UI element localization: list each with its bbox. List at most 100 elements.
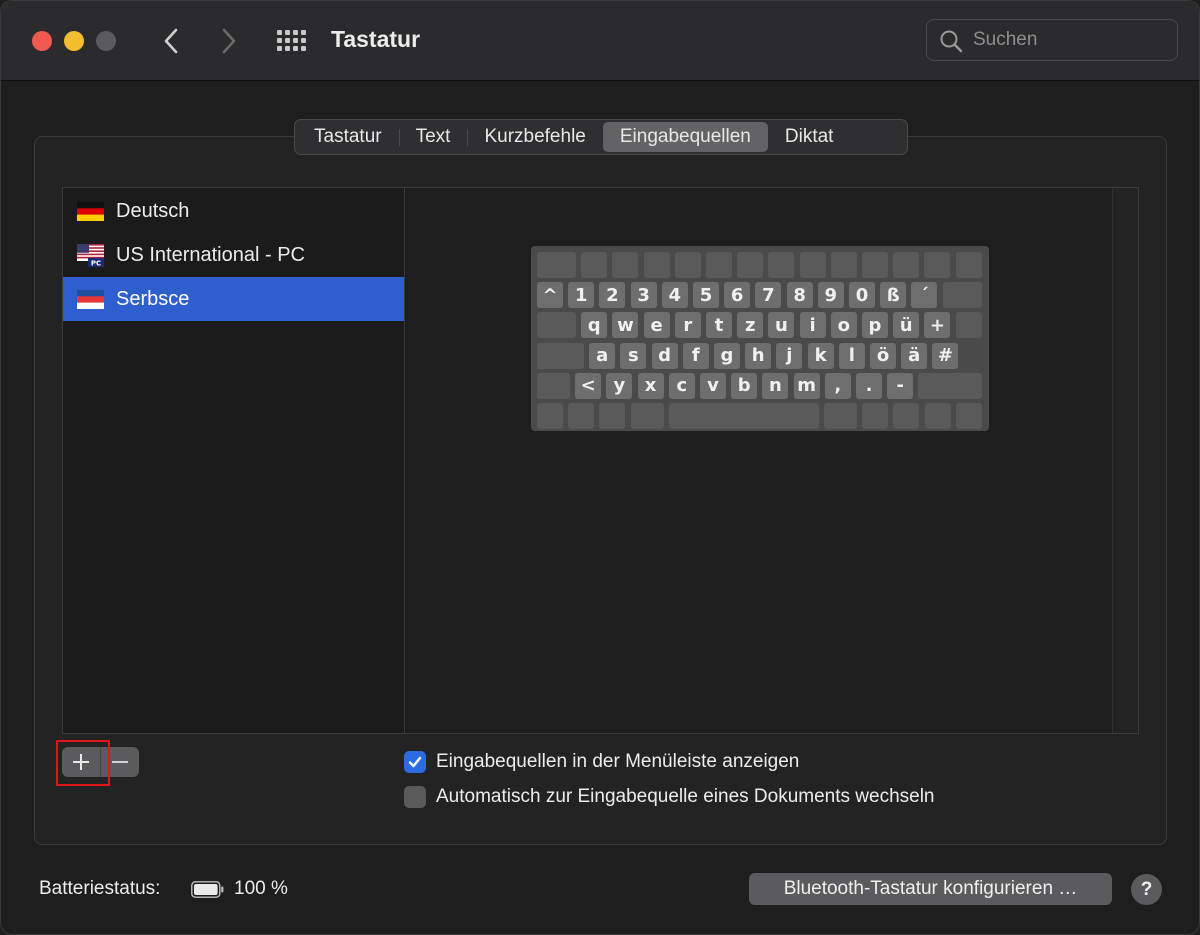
keyboard-key: p: [862, 312, 888, 339]
keyboard-key-blank: [918, 372, 983, 399]
keyboard-key: e: [643, 312, 670, 339]
keyboard-key-blank: [537, 252, 576, 278]
keyboard-key-blank: [737, 252, 764, 278]
back-button[interactable]: [153, 23, 189, 59]
close-button[interactable]: [32, 31, 52, 51]
tab-text[interactable]: Text: [398, 122, 468, 152]
system-preferences-window: Tastatur Tastatur Text Kurzbefehle Einga…: [0, 0, 1200, 935]
tab-bar: Tastatur Text Kurzbefehle Eingabequellen…: [294, 119, 908, 155]
keyboard-key: g: [714, 342, 740, 369]
tab-kurzbefehle[interactable]: Kurzbefehle: [467, 122, 602, 152]
keyboard-key-blank: [824, 403, 857, 429]
keyboard-key: z: [737, 312, 764, 339]
add-input-source-button[interactable]: [62, 747, 100, 777]
svg-text:PC: PC: [91, 259, 101, 267]
keyboard-key: ,: [824, 372, 851, 399]
keyboard-key-blank: [537, 372, 570, 399]
keyboard-key: h: [745, 342, 772, 369]
keyboard-key: s: [620, 342, 647, 369]
tab-diktat[interactable]: Diktat: [768, 122, 851, 152]
keyboard-key: 9: [817, 282, 844, 309]
scrollbar[interactable]: [1112, 188, 1138, 733]
keyboard-key: 2: [599, 282, 626, 309]
plus-icon: [73, 754, 89, 770]
keyboard-key: k: [807, 342, 834, 369]
search-field[interactable]: [926, 19, 1178, 61]
keyboard-key-blank: [668, 403, 819, 429]
configure-bluetooth-keyboard-button[interactable]: Bluetooth-Tastatur konfigurieren …: [749, 873, 1112, 905]
list-item-label: Deutsch: [116, 199, 190, 222]
keyboard-key-blank: [893, 403, 920, 429]
keyboard-key: i: [799, 312, 826, 339]
battery-percentage: 100 %: [234, 878, 288, 899]
keyboard-key: 0: [849, 282, 875, 309]
keyboard-key: 4: [661, 282, 688, 309]
remove-input-source-button[interactable]: [100, 747, 138, 777]
keyboard-key-blank: [955, 312, 982, 339]
keyboard-key: ^: [537, 282, 563, 309]
title-bar: Tastatur: [1, 1, 1199, 81]
checkmark-icon: [408, 756, 422, 768]
input-source-list[interactable]: Deutsch PC US International - PC Serbsce: [63, 188, 405, 733]
flag-germany-icon: [77, 201, 104, 221]
auto-switch-checkbox[interactable]: [404, 786, 426, 808]
keyboard-key-blank: [924, 403, 951, 429]
battery-status-label: Batteriestatus:: [39, 878, 161, 899]
chevron-right-icon: [222, 28, 236, 54]
list-item-serbsce[interactable]: Serbsce: [63, 277, 404, 321]
help-button[interactable]: ?: [1131, 874, 1162, 905]
keyboard-key: 3: [630, 282, 657, 309]
keyboard-key: t: [706, 312, 732, 339]
keyboard-key: a: [589, 342, 616, 369]
keyboard-key: b: [731, 372, 758, 399]
keyboard-key: f: [682, 342, 709, 369]
tab-eingabequellen[interactable]: Eingabequellen: [602, 122, 768, 152]
keyboard-key-blank: [706, 252, 732, 278]
tab-tastatur[interactable]: Tastatur: [297, 122, 399, 152]
option-show-in-menu-bar[interactable]: Eingabequellen in der Menüleiste anzeige…: [404, 751, 799, 773]
keyboard-key: ´: [911, 282, 938, 309]
list-item-label: US International - PC: [116, 243, 305, 266]
keyboard-key: 1: [568, 282, 595, 309]
menu-bar-checkbox[interactable]: [404, 751, 426, 773]
forward-button[interactable]: [211, 23, 247, 59]
option-label: Eingabequellen in der Menüleiste anzeige…: [436, 751, 800, 772]
keyboard-key-blank: [799, 252, 826, 278]
keyboard-key: ß: [880, 282, 907, 309]
keyboard-layout-preview: ^ 1 2 3 4 5 6 7 8 9 0 ß ´ q w e r t z u i o p ü + a s d f g h j k l ö ä # < y x…: [531, 246, 989, 431]
list-item-deutsch[interactable]: Deutsch: [63, 189, 404, 233]
keyboard-key-blank: [537, 312, 576, 339]
keyboard-key: j: [776, 342, 803, 369]
minimize-button[interactable]: [64, 31, 84, 51]
keyboard-key-blank: [599, 403, 626, 429]
keyboard-key: ö: [870, 342, 896, 369]
keyboard-key: +: [924, 312, 951, 339]
keyboard-key-blank: [893, 252, 920, 278]
keyboard-key: 5: [693, 282, 719, 309]
keyboard-key-blank: [768, 252, 795, 278]
keyboard-key: #: [932, 342, 959, 369]
keyboard-key-blank: [955, 252, 982, 278]
flag-sorbian-icon: [77, 289, 104, 309]
search-icon: [940, 30, 963, 53]
keyboard-key: x: [637, 372, 664, 399]
keyboard-key: .: [856, 372, 882, 399]
zoom-button[interactable]: [96, 31, 116, 51]
keyboard-key-blank: [630, 403, 664, 429]
keyboard-key: ü: [893, 312, 920, 339]
keyboard-key: 7: [755, 282, 782, 309]
show-all-grid-icon[interactable]: [277, 28, 307, 54]
keyboard-key: v: [700, 372, 726, 399]
keyboard-key-blank: [581, 252, 608, 278]
keyboard-key: 6: [724, 282, 751, 309]
option-auto-switch-source[interactable]: Automatisch zur Eingabequelle eines Doku…: [404, 786, 935, 808]
keyboard-key-blank: [612, 252, 639, 278]
keyboard-key-blank: [862, 403, 889, 429]
list-item-us-international-pc[interactable]: PC US International - PC: [63, 233, 404, 277]
keyboard-key: o: [830, 312, 857, 339]
keyboard-key-blank: [568, 403, 595, 429]
search-input[interactable]: [973, 26, 1168, 54]
keyboard-key-blank: [643, 252, 670, 278]
keyboard-key: q: [581, 312, 608, 339]
keyboard-key: <: [575, 372, 602, 399]
